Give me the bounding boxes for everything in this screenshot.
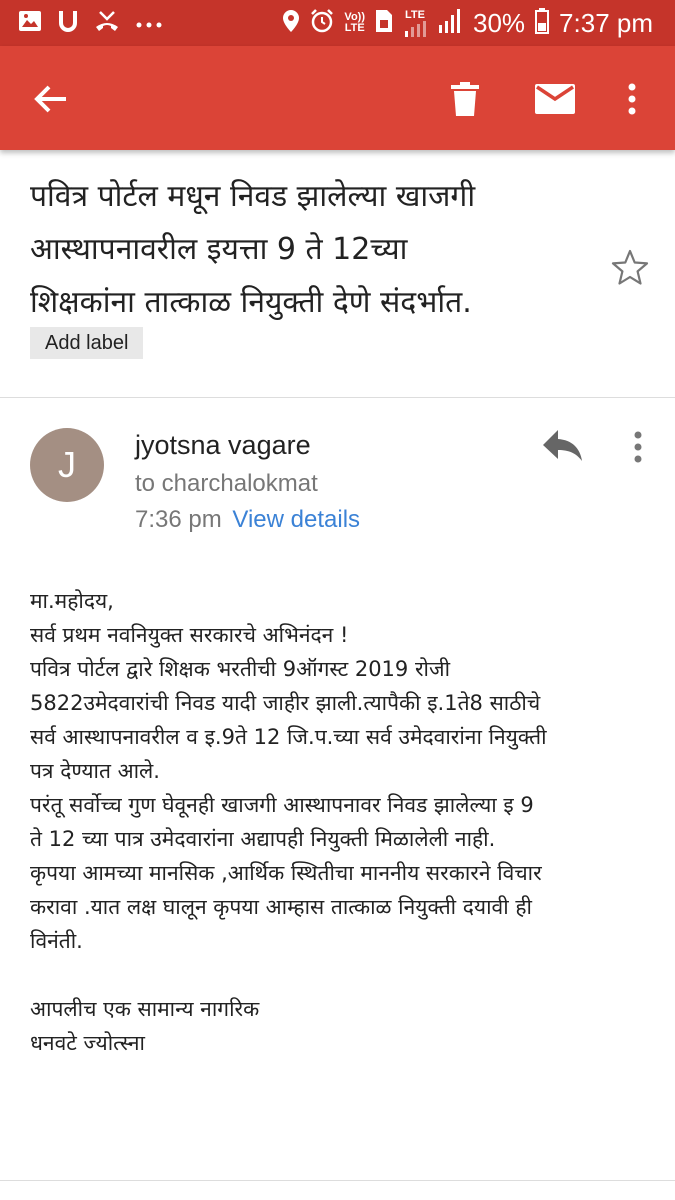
- mail-icon: [535, 84, 575, 114]
- status-right-icons: Vo)) LTE LTE 30% 7:37 pm: [272, 8, 653, 39]
- delete-icon: [451, 82, 479, 116]
- volte-indicator: Vo)) LTE: [344, 11, 365, 34]
- back-button[interactable]: [26, 74, 76, 124]
- subject-area: पवित्र पोर्टल मधून निवड झालेल्या खाजगी आ…: [0, 150, 675, 398]
- u-app-icon: [58, 9, 78, 37]
- body-line: आपलीच एक सामान्य नागरिक: [30, 997, 260, 1021]
- body-line: [30, 958, 655, 992]
- body-line: करावा .यात लक्ष घालून कृपया आम्हास तात्क…: [30, 895, 532, 919]
- battery-icon: [535, 8, 550, 38]
- clock: 7:37 pm: [559, 7, 653, 38]
- lte-signal: LTE: [403, 9, 427, 37]
- sender-header: J jyotsna vagare to charchalokmat 7:36 p…: [0, 398, 675, 548]
- more-notifications-icon: [136, 14, 162, 33]
- status-left-icons: [18, 9, 178, 37]
- body-line: ते 12 च्या पात्र उमेदवारांना अद्यापही नि…: [30, 827, 496, 851]
- status-bar: Vo)) LTE LTE 30% 7:37 pm: [0, 0, 675, 46]
- view-details-link[interactable]: View details: [232, 506, 360, 533]
- add-label-button[interactable]: Add label: [30, 327, 144, 359]
- star-icon: [611, 249, 649, 285]
- body-line: मा.महोदय,: [30, 589, 114, 613]
- more-vert-icon: [634, 431, 642, 463]
- reply-button[interactable]: [540, 426, 586, 466]
- location-icon: [282, 9, 300, 37]
- more-vert-icon: [628, 83, 636, 115]
- alarm-icon: [310, 9, 334, 37]
- mark-unread-button[interactable]: [530, 74, 580, 124]
- email-body: मा.महोदय, सर्व प्रथम नवनियुक्त सरकारचे अ…: [30, 584, 655, 1060]
- time-line: 7:36 pm View details: [135, 506, 360, 534]
- email-subject: पवित्र पोर्टल मधून निवड झालेल्या खाजगी आ…: [30, 179, 476, 320]
- body-line: 5822उमेदवारांची निवड यादी जाहीर झाली.त्य…: [30, 691, 541, 715]
- body-line: धनवटे ज्योत्स्ना: [30, 1031, 145, 1055]
- signal-1-icon: [405, 20, 426, 37]
- body-line: कृपया आमच्या मानसिक ,आर्थिक स्थितीचा मान…: [30, 861, 542, 885]
- battery-percent: 30%: [473, 7, 526, 38]
- body-line: सर्व प्रथम नवनियुक्त सरकारचे अभिनंदन !: [30, 623, 349, 647]
- sender-name: jyotsna vagare: [135, 430, 311, 460]
- message-time: 7:36 pm: [135, 506, 222, 533]
- avatar[interactable]: J: [30, 428, 104, 502]
- gallery-icon: [18, 10, 42, 36]
- signal-2-icon: [437, 9, 463, 37]
- reply-icon: [543, 430, 582, 461]
- more-options-button[interactable]: [610, 74, 654, 124]
- body-line: सर्व आस्थापनावरील व इ.9ते 12 जि.प.च्या स…: [30, 725, 547, 749]
- app-bar: [0, 46, 675, 150]
- message-more-button[interactable]: [618, 424, 658, 470]
- body-line: पत्र देण्यात आले.: [30, 759, 160, 783]
- recipient-line: to charchalokmat: [135, 470, 318, 497]
- star-button[interactable]: [606, 244, 654, 292]
- missed-call-icon: [94, 9, 120, 37]
- sim-icon: [375, 9, 393, 37]
- bottom-divider: [0, 1180, 675, 1181]
- back-arrow-icon: [34, 85, 66, 113]
- body-line: परंतू सर्वोच्च गुण घेवूनही खाजगी आस्थापन…: [30, 793, 534, 817]
- body-line: विनंती.: [30, 929, 83, 953]
- body-line: पवित्र पोर्टल द्वारे शिक्षक भरतीची 9ऑगस्…: [30, 657, 451, 681]
- delete-button[interactable]: [440, 74, 490, 124]
